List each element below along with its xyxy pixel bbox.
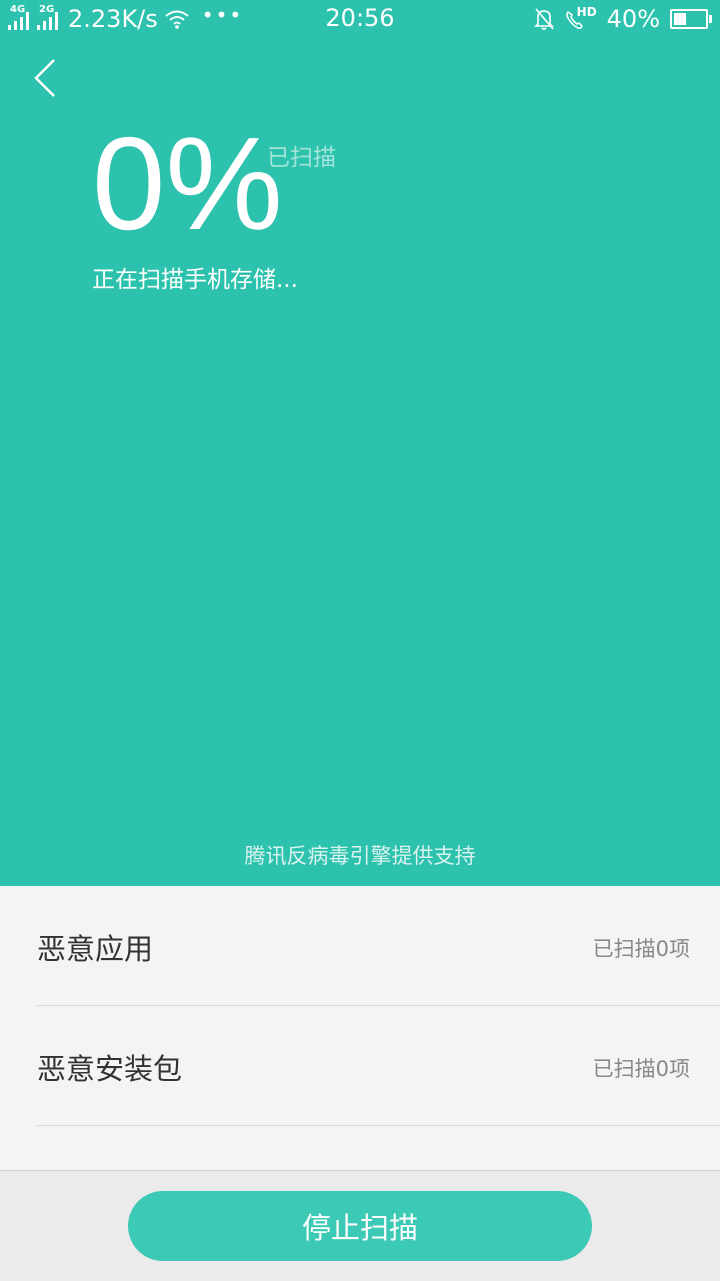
result-count: 已扫描0项	[592, 1057, 690, 1081]
status-bar: 4G 2G 2.23K/s ••• 20:56 HD 40%	[0, 0, 720, 38]
result-label: 恶意安装包	[37, 1052, 183, 1086]
stop-scan-button[interactable]: 停止扫描	[128, 1191, 592, 1261]
mute-bell-icon	[533, 8, 554, 30]
status-right: HD 40%	[533, 4, 712, 34]
result-count: 已扫描0项	[592, 937, 690, 961]
scan-progress-percent: 0%	[92, 110, 283, 257]
scanned-label: 已扫描	[267, 145, 336, 171]
battery-percent: 40%	[606, 5, 660, 33]
hd-label: HD	[576, 5, 597, 19]
hd-call-icon: HD	[565, 5, 597, 31]
scan-status-text: 正在扫描手机存储...	[92, 267, 298, 293]
powered-by-text: 腾讯反病毒引擎提供支持	[244, 844, 476, 868]
result-row-malicious-packages: 恶意安装包 已扫描0项	[0, 1006, 720, 1126]
scan-results-list: 恶意应用 已扫描0项 恶意安装包 已扫描0项	[0, 886, 720, 1126]
bottom-action-bar: 停止扫描	[0, 1170, 720, 1281]
scan-header-panel: 4G 2G 2.23K/s ••• 20:56 HD 40% 0% 已扫描 正在…	[0, 0, 720, 886]
result-label: 恶意应用	[37, 932, 154, 966]
back-chevron-icon[interactable]	[28, 56, 68, 100]
battery-icon	[670, 9, 712, 29]
battery-fill	[674, 13, 686, 25]
divider	[36, 1125, 720, 1126]
result-row-malicious-apps: 恶意应用 已扫描0项	[0, 886, 720, 1006]
